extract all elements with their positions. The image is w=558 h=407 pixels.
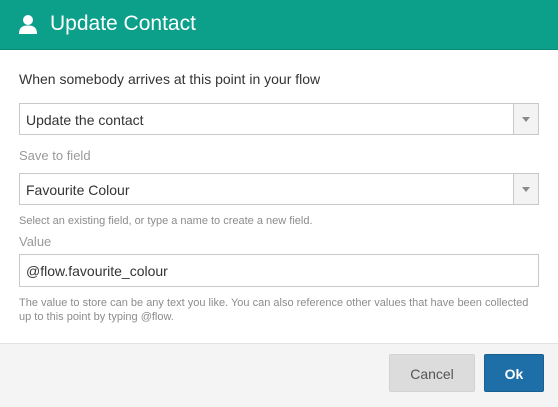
- dialog-title: Update Contact: [50, 12, 196, 35]
- save-field-label: Save to field: [19, 148, 91, 163]
- action-select-value: Update the contact: [26, 112, 144, 128]
- save-field-select[interactable]: Favourite Colour: [19, 173, 539, 205]
- save-field-hint: Select an existing field, or type a name…: [19, 215, 313, 227]
- dialog-footer: Cancel Ok: [0, 343, 558, 407]
- value-input[interactable]: [19, 254, 539, 287]
- chevron-down-icon: [522, 187, 530, 192]
- ok-button[interactable]: Ok: [484, 354, 544, 392]
- intro-text: When somebody arrives at this point in y…: [19, 71, 321, 87]
- header-divider: [0, 49, 558, 50]
- value-field-label: Value: [19, 234, 52, 249]
- cancel-button[interactable]: Cancel: [389, 354, 475, 392]
- save-field-value: Favourite Colour: [26, 182, 130, 198]
- chevron-down-icon: [522, 117, 530, 122]
- dialog-header: Update Contact: [0, 0, 558, 49]
- person-icon: [17, 13, 39, 35]
- save-field-toggle[interactable]: [513, 174, 538, 204]
- value-field-hint: The value to store can be any text you l…: [19, 297, 529, 323]
- action-select[interactable]: Update the contact: [19, 103, 539, 135]
- action-select-toggle[interactable]: [513, 104, 538, 134]
